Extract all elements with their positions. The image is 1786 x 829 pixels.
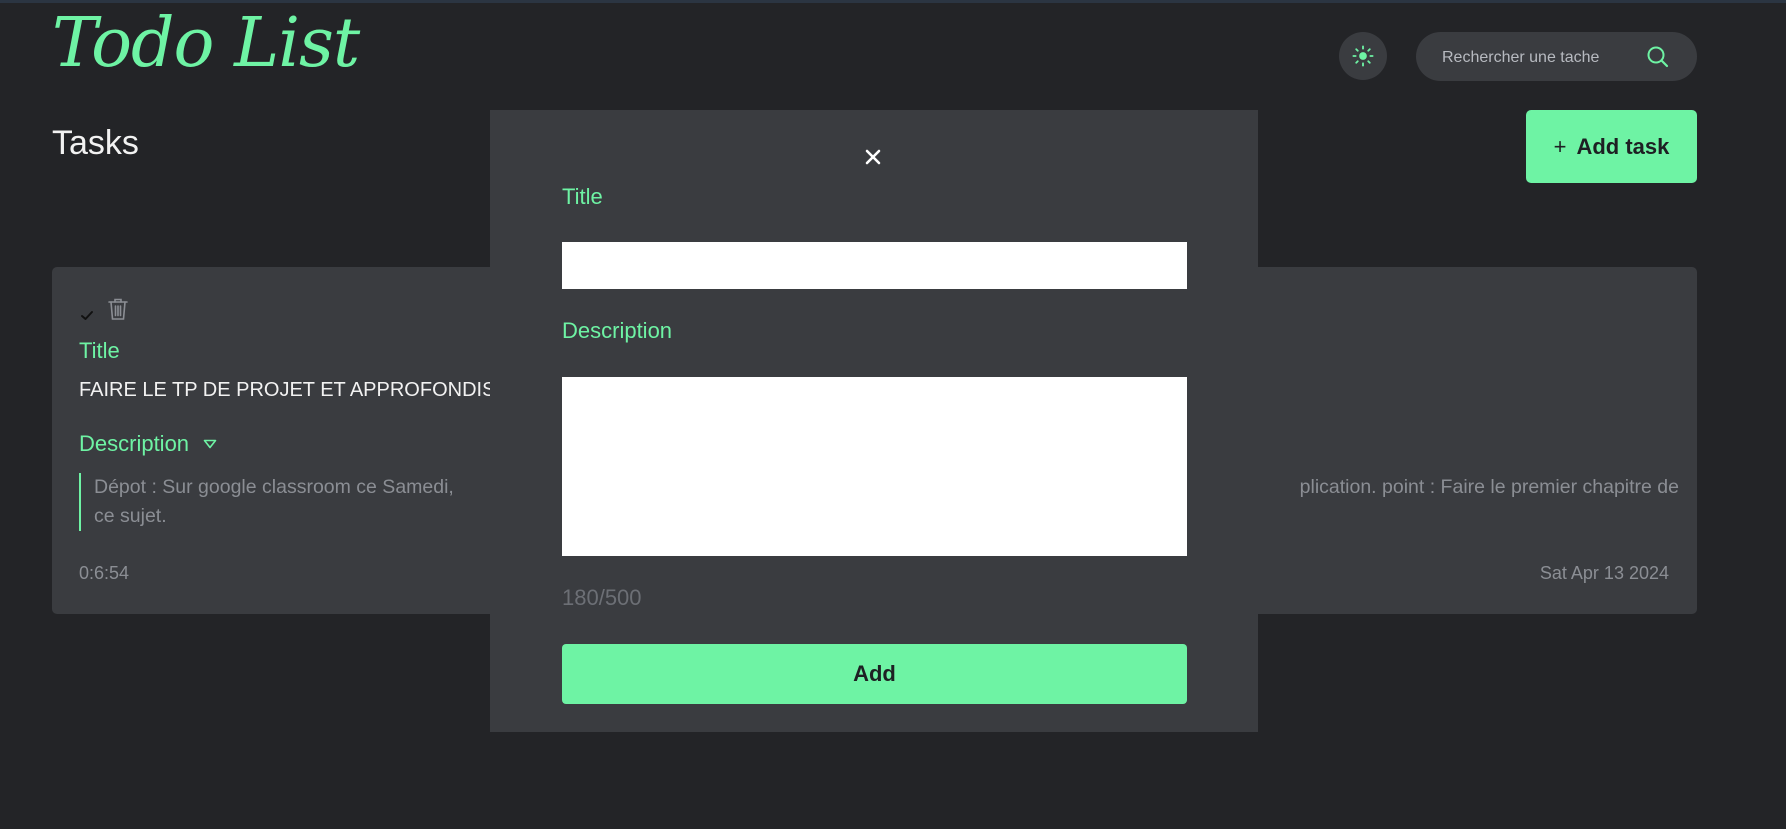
modal-title-input[interactable]	[562, 242, 1187, 289]
task-title-label: Title	[79, 338, 120, 363]
task-description-line1-right: plication. point : Faire le premier chap…	[1299, 476, 1679, 498]
task-description-line1-left: Dépot : Sur google classroom ce Samedi,	[94, 476, 454, 498]
task-elapsed-time: 0:6:54	[79, 563, 130, 583]
character-counter: 180/500	[562, 585, 642, 610]
modal-description-textarea[interactable]	[562, 377, 1187, 556]
caret-down-icon	[203, 439, 217, 449]
task-description-toggle[interactable]: Description	[79, 431, 217, 457]
trash-icon[interactable]	[107, 297, 129, 321]
theme-toggle-button[interactable]	[1339, 32, 1387, 80]
add-task-modal: Title Description 180/500 Add	[490, 110, 1258, 732]
search-icon[interactable]	[1645, 44, 1671, 70]
modal-title-label: Title	[562, 184, 603, 209]
task-date: Sat Apr 13 2024	[1539, 563, 1669, 583]
sun-icon	[1352, 45, 1374, 67]
app-logo: Todo List	[52, 4, 360, 83]
add-task-button[interactable]: + Add task	[1526, 110, 1697, 183]
add-button[interactable]: Add	[562, 644, 1187, 704]
add-task-label: Add task	[1576, 133, 1670, 159]
check-icon[interactable]	[79, 307, 95, 323]
task-description-label: Description	[79, 431, 190, 456]
page-title: Tasks	[52, 124, 139, 162]
search-input[interactable]	[1440, 32, 1644, 83]
search-bar	[1416, 32, 1697, 83]
top-border	[0, 0, 1786, 3]
task-title: FAIRE LE TP DE PROJET ET APPROFONDIS	[79, 379, 496, 401]
plus-icon: +	[1553, 133, 1567, 159]
close-icon[interactable]	[862, 146, 884, 168]
modal-description-label: Description	[562, 318, 673, 343]
